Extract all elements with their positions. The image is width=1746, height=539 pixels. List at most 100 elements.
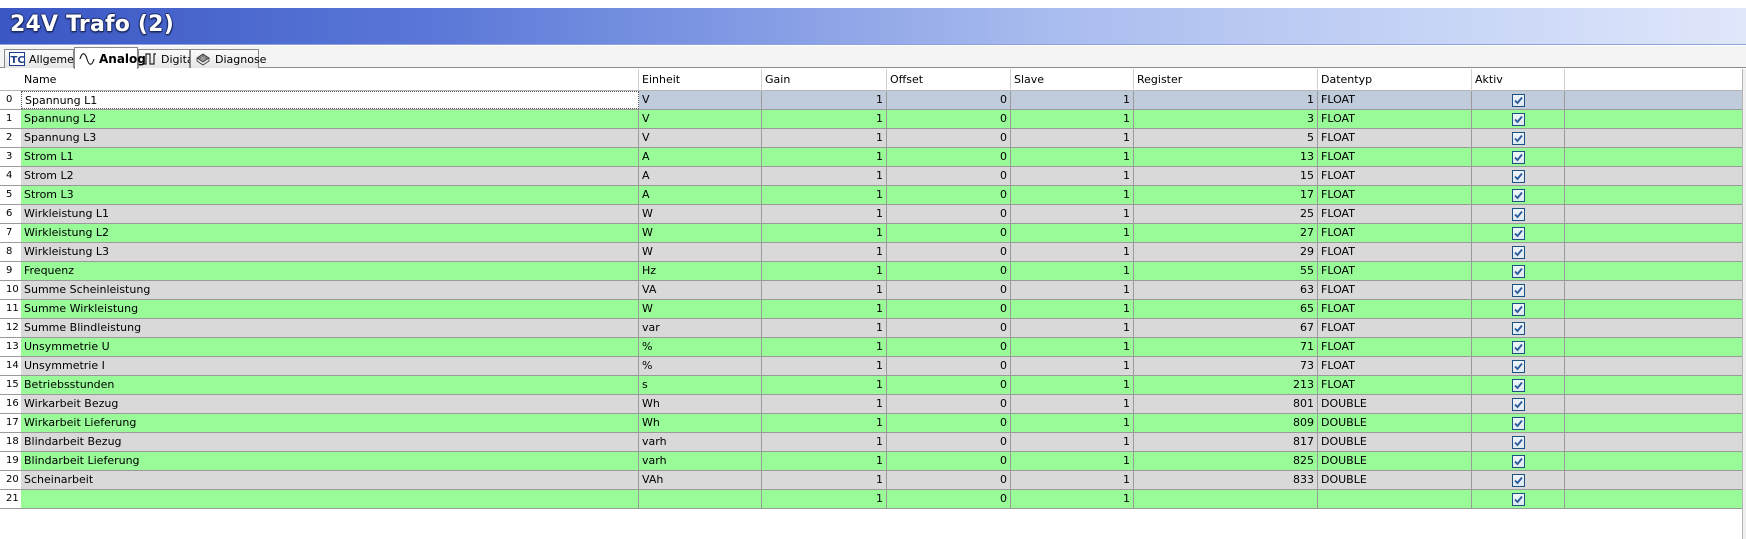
cell-einheit[interactable]: A xyxy=(639,186,762,204)
cell-slave[interactable]: 1 xyxy=(1011,110,1134,128)
cell-offset[interactable]: 0 xyxy=(887,167,1011,185)
cell-name[interactable]: Summe Scheinleistung xyxy=(21,281,639,299)
cell-datentyp[interactable]: FLOAT xyxy=(1318,262,1472,280)
cell-name[interactable] xyxy=(21,490,639,508)
cell-aktiv[interactable] xyxy=(1472,205,1565,223)
cell-offset[interactable]: 0 xyxy=(887,471,1011,489)
cell-offset[interactable]: 0 xyxy=(887,186,1011,204)
aktiv-checkbox[interactable] xyxy=(1512,189,1525,202)
table-row[interactable]: 21 1 0 1 xyxy=(0,490,1746,509)
cell-gain[interactable]: 1 xyxy=(762,338,887,356)
aktiv-checkbox[interactable] xyxy=(1512,474,1525,487)
cell-register[interactable]: 29 xyxy=(1134,243,1318,261)
cell-aktiv[interactable] xyxy=(1472,148,1565,166)
cell-gain[interactable]: 1 xyxy=(762,205,887,223)
cell-einheit[interactable]: W xyxy=(639,224,762,242)
cell-einheit[interactable]: Hz xyxy=(639,262,762,280)
table-row[interactable]: 20 Scheinarbeit VAh 1 0 1 833 DOUBLE xyxy=(0,471,1746,490)
cell-gain[interactable]: 1 xyxy=(762,91,887,109)
aktiv-checkbox[interactable] xyxy=(1512,246,1525,259)
cell-name[interactable]: Blindarbeit Lieferung xyxy=(21,452,639,470)
cell-offset[interactable]: 0 xyxy=(887,300,1011,318)
cell-offset[interactable]: 0 xyxy=(887,262,1011,280)
cell-aktiv[interactable] xyxy=(1472,433,1565,451)
cell-name[interactable]: Wirkleistung L3 xyxy=(21,243,639,261)
table-row[interactable]: 19 Blindarbeit Lieferung varh 1 0 1 825 DOUBLE xyxy=(0,452,1746,471)
cell-aktiv[interactable] xyxy=(1472,281,1565,299)
cell-aktiv[interactable] xyxy=(1472,243,1565,261)
aktiv-checkbox[interactable] xyxy=(1512,227,1525,240)
cell-einheit[interactable]: VAh xyxy=(639,471,762,489)
cell-slave[interactable]: 1 xyxy=(1011,262,1134,280)
cell-offset[interactable]: 0 xyxy=(887,414,1011,432)
cell-gain[interactable]: 1 xyxy=(762,167,887,185)
cell-einheit[interactable]: V xyxy=(639,129,762,147)
header-register[interactable]: Register xyxy=(1134,69,1318,91)
aktiv-checkbox[interactable] xyxy=(1512,360,1525,373)
table-row[interactable]: 8 Wirkleistung L3 W 1 0 1 29 FLOAT xyxy=(0,243,1746,262)
cell-aktiv[interactable] xyxy=(1472,490,1565,508)
cell-name[interactable]: Blindarbeit Bezug xyxy=(21,433,639,451)
header-offset[interactable]: Offset xyxy=(887,69,1011,91)
cell-aktiv[interactable] xyxy=(1472,129,1565,147)
cell-slave[interactable]: 1 xyxy=(1011,205,1134,223)
cell-slave[interactable]: 1 xyxy=(1011,357,1134,375)
cell-register[interactable]: 15 xyxy=(1134,167,1318,185)
cell-offset[interactable]: 0 xyxy=(887,110,1011,128)
cell-aktiv[interactable] xyxy=(1472,357,1565,375)
cell-name[interactable]: Strom L1 xyxy=(21,148,639,166)
cell-slave[interactable]: 1 xyxy=(1011,224,1134,242)
cell-offset[interactable]: 0 xyxy=(887,129,1011,147)
cell-aktiv[interactable] xyxy=(1472,91,1565,109)
cell-name[interactable]: Strom L3 xyxy=(21,186,639,204)
cell-name[interactable]: Unsymmetrie I xyxy=(21,357,639,375)
cell-gain[interactable]: 1 xyxy=(762,414,887,432)
cell-slave[interactable]: 1 xyxy=(1011,129,1134,147)
cell-gain[interactable]: 1 xyxy=(762,186,887,204)
cell-register[interactable]: 1 xyxy=(1134,91,1318,109)
cell-slave[interactable]: 1 xyxy=(1011,186,1134,204)
cell-register[interactable]: 3 xyxy=(1134,110,1318,128)
table-row[interactable]: 9 Frequenz Hz 1 0 1 55 FLOAT xyxy=(0,262,1746,281)
cell-offset[interactable]: 0 xyxy=(887,357,1011,375)
cell-datentyp[interactable] xyxy=(1318,490,1472,508)
cell-gain[interactable]: 1 xyxy=(762,490,887,508)
cell-einheit[interactable]: V xyxy=(639,110,762,128)
cell-slave[interactable]: 1 xyxy=(1011,300,1134,318)
cell-register[interactable]: 71 xyxy=(1134,338,1318,356)
table-row[interactable]: 17 Wirkarbeit Lieferung Wh 1 0 1 809 DOUBLE xyxy=(0,414,1746,433)
table-row[interactable]: 4 Strom L2 A 1 0 1 15 FLOAT xyxy=(0,167,1746,186)
cell-einheit[interactable]: var xyxy=(639,319,762,337)
cell-aktiv[interactable] xyxy=(1472,110,1565,128)
cell-aktiv[interactable] xyxy=(1472,338,1565,356)
cell-gain[interactable]: 1 xyxy=(762,471,887,489)
cell-register[interactable]: 27 xyxy=(1134,224,1318,242)
cell-datentyp[interactable]: FLOAT xyxy=(1318,281,1472,299)
cell-datentyp[interactable]: FLOAT xyxy=(1318,376,1472,394)
cell-datentyp[interactable]: FLOAT xyxy=(1318,224,1472,242)
cell-offset[interactable]: 0 xyxy=(887,281,1011,299)
cell-register[interactable]: 67 xyxy=(1134,319,1318,337)
cell-register[interactable]: 809 xyxy=(1134,414,1318,432)
cell-name[interactable]: Frequenz xyxy=(21,262,639,280)
cell-register[interactable]: 825 xyxy=(1134,452,1318,470)
aktiv-checkbox[interactable] xyxy=(1512,341,1525,354)
cell-offset[interactable]: 0 xyxy=(887,452,1011,470)
cell-name[interactable]: Summe Wirkleistung xyxy=(21,300,639,318)
cell-slave[interactable]: 1 xyxy=(1011,243,1134,261)
cell-einheit[interactable]: Wh xyxy=(639,395,762,413)
cell-datentyp[interactable]: FLOAT xyxy=(1318,167,1472,185)
aktiv-checkbox[interactable] xyxy=(1512,170,1525,183)
cell-einheit[interactable]: varh xyxy=(639,452,762,470)
cell-register[interactable]: 213 xyxy=(1134,376,1318,394)
header-name[interactable]: Name xyxy=(21,69,639,91)
cell-aktiv[interactable] xyxy=(1472,224,1565,242)
cell-register[interactable]: 833 xyxy=(1134,471,1318,489)
cell-name[interactable]: Spannung L2 xyxy=(21,110,639,128)
cell-slave[interactable]: 1 xyxy=(1011,471,1134,489)
cell-gain[interactable]: 1 xyxy=(762,148,887,166)
cell-offset[interactable]: 0 xyxy=(887,433,1011,451)
aktiv-checkbox[interactable] xyxy=(1512,303,1525,316)
cell-aktiv[interactable] xyxy=(1472,186,1565,204)
table-row[interactable]: 13 Unsymmetrie U% 1 0 1 71 FLOAT xyxy=(0,338,1746,357)
